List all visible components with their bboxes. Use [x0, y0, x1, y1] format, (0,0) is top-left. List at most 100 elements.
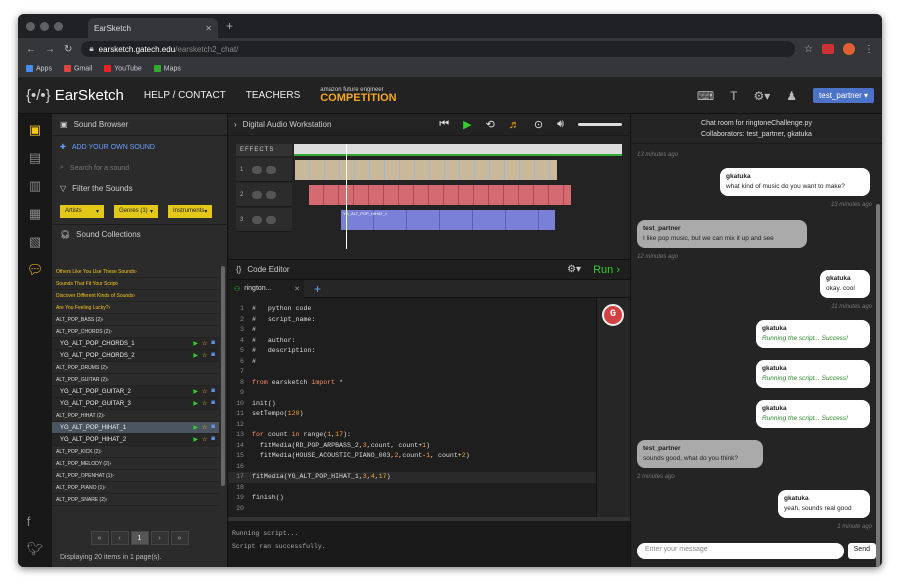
volume-icon[interactable]: 🔊︎ [557, 118, 564, 131]
curriculum-icon[interactable]: ▧ [29, 234, 41, 250]
api-icon[interactable]: ▦ [29, 206, 41, 222]
daw-chevron-icon[interactable]: › [234, 120, 237, 129]
favorite-star-icon[interactable]: ☆ [202, 400, 207, 407]
minimize-window-button[interactable] [40, 21, 49, 31]
back-icon[interactable]: ← [26, 44, 36, 55]
paste-sound-icon[interactable]: ◙ [211, 436, 215, 443]
paste-sound-icon[interactable]: ◙ [211, 388, 215, 395]
expand-chevron-icon[interactable]: › [117, 281, 119, 287]
effects-toggle[interactable]: EFFECTS [236, 144, 292, 156]
preview-play-icon[interactable]: ▶ [193, 340, 198, 347]
collection-folder[interactable]: ALT_POP_SNARE (2) › [52, 494, 219, 506]
sound-list-scrollbar[interactable] [221, 266, 225, 486]
close-window-button[interactable] [26, 21, 35, 31]
favorite-star-icon[interactable]: ☆ [202, 388, 207, 395]
url-field[interactable]: 🔒︎ earsketch.gatech.edu /earsketch2_chat… [81, 41, 796, 57]
paste-sound-icon[interactable]: ◙ [211, 340, 215, 347]
preview-play-icon[interactable]: ▶ [193, 388, 198, 395]
sound-item[interactable]: YG_ALT_POP_HIHAT_2 ▶ ☆ ◙ [52, 434, 219, 446]
expand-chevron-icon[interactable]: › [102, 317, 104, 323]
collection-folder[interactable]: ALT_POP_BASS (2) › [52, 314, 219, 326]
collection-folder[interactable]: Discover Different Kinds of Sounds › [52, 290, 219, 302]
expand-chevron-icon[interactable]: › [104, 485, 106, 491]
mute-button[interactable] [252, 215, 262, 224]
filter-artists-button[interactable]: Artists ▾ [60, 204, 104, 218]
expand-chevron-icon[interactable]: › [135, 269, 137, 275]
chat-message-input[interactable]: Enter your message [637, 543, 844, 559]
preview-play-icon[interactable]: ▶ [193, 436, 198, 443]
bookmark-apps[interactable]: Apps [26, 64, 52, 72]
expand-chevron-icon[interactable]: › [110, 329, 112, 335]
sound-search-input[interactable]: ⌕ Search for a sound [52, 158, 227, 178]
keyboard-icon[interactable]: ⌨ [697, 89, 714, 103]
solo-button[interactable] [266, 165, 276, 174]
loop-icon[interactable]: ⟲ [486, 118, 495, 131]
bookmark-star-icon[interactable]: ☆ [804, 44, 813, 55]
expand-chevron-icon[interactable]: › [133, 293, 135, 299]
bookmark-youtube[interactable]: YouTube [104, 64, 142, 72]
mute-button[interactable] [252, 165, 262, 174]
script-tab[interactable]: ⚇ rington... ✕ [228, 279, 304, 298]
download-icon[interactable]: ⊙ [534, 118, 543, 131]
collection-folder[interactable]: ALT_POP_GUITAR (2) › [52, 374, 219, 386]
chat-icon[interactable]: 💬︎ [27, 262, 44, 278]
collection-folder[interactable]: ALT_POP_KICK (2) › [52, 446, 219, 458]
settings-gear-icon[interactable]: ⚙▾ [754, 89, 771, 103]
solo-button[interactable] [266, 215, 276, 224]
preview-play-icon[interactable]: ▶ [193, 400, 198, 407]
favorite-star-icon[interactable]: ☆ [202, 436, 207, 443]
playhead[interactable] [346, 144, 347, 249]
collection-folder[interactable]: ALT_POP_HIHAT (2) › [52, 410, 219, 422]
sound-item[interactable]: YG_ALT_POP_GUITAR_3 ▶ ☆ ◙ [52, 398, 219, 410]
paste-sound-icon[interactable]: ◙ [211, 400, 215, 407]
reload-icon[interactable]: ↻ [64, 44, 72, 55]
close-tab-icon[interactable]: ✕ [205, 24, 212, 33]
expand-chevron-icon[interactable]: › [112, 473, 114, 479]
paste-sound-icon[interactable]: ◙ [211, 424, 215, 431]
play-icon[interactable]: ▶ [463, 118, 471, 131]
browser-menu-icon[interactable]: ⋮ [864, 44, 874, 55]
browser-tab[interactable]: EarSketch ✕ [88, 18, 218, 38]
solo-button[interactable] [266, 190, 276, 199]
close-script-tab-icon[interactable]: ✕ [294, 285, 304, 293]
timeline-ruler[interactable] [294, 144, 622, 156]
competition-link[interactable]: amazon future engineer COMPETITION [320, 87, 396, 104]
expand-chevron-icon[interactable]: › [107, 377, 109, 383]
paste-sound-icon[interactable]: ◙ [211, 352, 215, 359]
forward-icon[interactable]: → [45, 44, 55, 55]
editor-settings-icon[interactable]: ⚙▾ [567, 264, 581, 275]
profile-avatar[interactable] [843, 43, 855, 55]
sound-item[interactable]: YG_ALT_POP_HIHAT_1 ▶ ☆ ◙ [52, 422, 219, 434]
facebook-icon[interactable]: f [27, 514, 44, 529]
collection-folder[interactable]: Are You Feeling Lucky? › [52, 302, 219, 314]
bookmark-maps[interactable]: Maps [153, 64, 181, 72]
favorite-star-icon[interactable]: ☆ [202, 424, 207, 431]
chat-scrollbar[interactable] [876, 204, 880, 567]
track-2-clip[interactable] [308, 184, 572, 206]
new-tab-icon[interactable]: + [226, 19, 233, 33]
expand-chevron-icon[interactable]: › [109, 461, 111, 467]
preview-play-icon[interactable]: ▶ [193, 352, 198, 359]
collection-folder[interactable]: ALT_POP_OPENHAT (1) › [52, 470, 219, 482]
send-button[interactable]: Send [847, 543, 876, 559]
sound-item[interactable]: YG_ALT_POP_GUITAR_2 ▶ ☆ ◙ [52, 386, 219, 398]
mute-button[interactable] [252, 190, 262, 199]
favorite-star-icon[interactable]: ☆ [202, 352, 207, 359]
sound-item[interactable]: YG_ALT_POP_CHORDS_2 ▶ ☆ ◙ [52, 350, 219, 362]
collection-folder[interactable]: ALT_POP_DRUMS (2) › [52, 362, 219, 374]
earsketch-logo[interactable]: {•/•} EarSketch [26, 87, 124, 104]
next-page-button[interactable]: › [150, 531, 169, 545]
sound-item[interactable]: YG_ALT_POP_CHORDS_1 ▶ ☆ ◙ [52, 338, 219, 350]
collection-folder[interactable]: Sounds That Fit Your Script › [52, 278, 219, 290]
expand-chevron-icon[interactable]: › [100, 449, 102, 455]
expand-chevron-icon[interactable]: › [106, 497, 108, 503]
nav-help-contact[interactable]: HELP / CONTACT [144, 90, 226, 101]
prev-page-button[interactable]: ‹ [110, 531, 129, 545]
collection-folder[interactable]: ALT_POP_MELODY (2) › [52, 458, 219, 470]
grammarly-icon[interactable]: G [602, 304, 624, 326]
code-area[interactable]: G 1 # python code 2 # script_name: 3 # 4 # a… [228, 298, 630, 517]
expand-chevron-icon[interactable]: › [103, 413, 105, 419]
font-size-icon[interactable]: T [730, 89, 737, 103]
add-sound-button[interactable]: ✚ ADD YOUR OWN SOUND [52, 136, 227, 158]
collection-folder[interactable]: Others Like You Use These Sounds › [52, 266, 219, 278]
